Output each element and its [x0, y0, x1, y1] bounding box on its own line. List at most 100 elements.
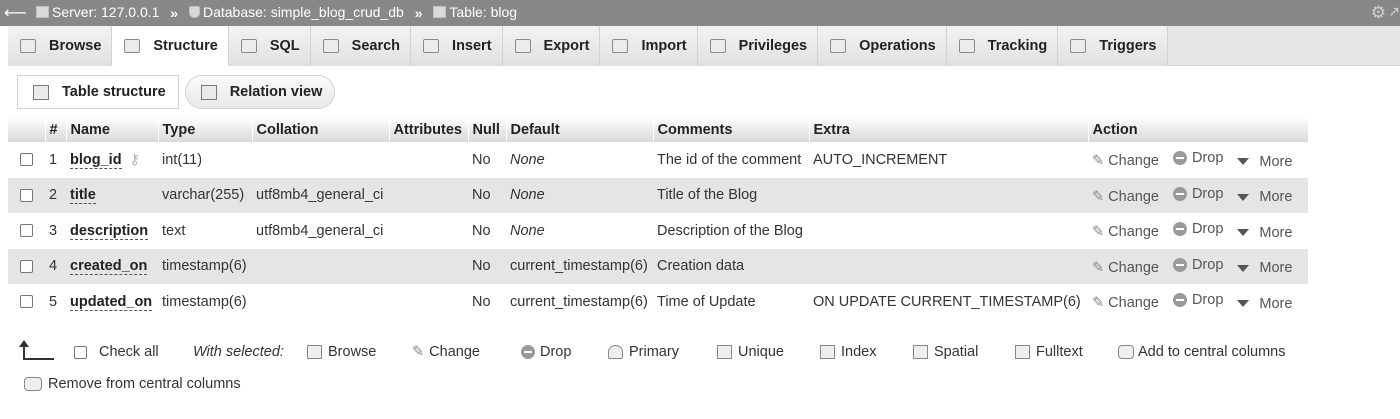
- row-checkbox[interactable]: [20, 188, 33, 202]
- bulk-spatial-button[interactable]: Spatial: [913, 344, 978, 360]
- search-icon: [322, 39, 339, 53]
- more-button[interactable]: More: [1237, 189, 1292, 205]
- structure-subnav: Table structure Relation view: [17, 75, 341, 109]
- tab-triggers[interactable]: Triggers: [1058, 26, 1168, 66]
- column-actions: ✎ Change Drop More: [1088, 142, 1308, 178]
- drop-button[interactable]: Drop: [1172, 150, 1223, 166]
- column-type: varchar(255): [158, 177, 252, 213]
- check-all[interactable]: Check all: [74, 344, 159, 360]
- header-comments[interactable]: Comments: [653, 117, 810, 142]
- bulk-index-button[interactable]: Index: [820, 344, 876, 360]
- change-button[interactable]: ✎ Change: [1092, 295, 1159, 311]
- tab-search[interactable]: Search: [310, 26, 412, 66]
- bulk-unique-button[interactable]: Unique: [717, 344, 784, 360]
- tab-operations[interactable]: Operations: [818, 26, 947, 66]
- tab-sql[interactable]: SQL: [228, 26, 311, 66]
- tab-insert[interactable]: Insert: [411, 26, 503, 66]
- triggers-icon: [1070, 39, 1087, 53]
- header-name[interactable]: Name: [66, 117, 159, 142]
- table-header-row: # Name Type Collation Attributes Null De…: [8, 117, 1309, 142]
- tab-structure[interactable]: Structure: [112, 26, 229, 66]
- bulk-add-central-button[interactable]: Add to central columns: [1118, 344, 1286, 360]
- column-extra: AUTO_INCREMENT: [809, 142, 1088, 178]
- database-icon: [188, 6, 200, 18]
- column-name[interactable]: created_on: [70, 258, 148, 276]
- structure-icon: [33, 84, 49, 100]
- bulk-primary-button[interactable]: Primary: [608, 344, 679, 360]
- tab-browse[interactable]: Browse: [8, 26, 113, 66]
- row-checkbox[interactable]: [20, 224, 33, 238]
- gear-icon[interactable]: ⚙: [1371, 3, 1386, 23]
- more-button[interactable]: More: [1237, 154, 1292, 170]
- unique-icon: [717, 345, 732, 359]
- change-button[interactable]: ✎ Change: [1092, 224, 1159, 240]
- row-number: 3: [45, 213, 66, 249]
- header-collation[interactable]: Collation: [252, 117, 390, 142]
- table-structure-button[interactable]: Table structure: [17, 75, 179, 109]
- column-extra: [809, 213, 1088, 249]
- more-button[interactable]: More: [1237, 260, 1292, 276]
- row-checkbox[interactable]: [20, 259, 33, 273]
- more-button[interactable]: More: [1237, 296, 1292, 312]
- bulk-remove-central-button[interactable]: Remove from central columns: [24, 376, 241, 392]
- chevron-down-icon: [1237, 229, 1250, 236]
- arrow-left-icon[interactable]: ⟵: [4, 3, 27, 23]
- tab-import[interactable]: Import: [600, 26, 698, 66]
- bulk-drop-button[interactable]: Drop: [521, 344, 571, 360]
- bulk-fulltext-button[interactable]: Fulltext: [1015, 344, 1083, 360]
- header-null[interactable]: Null: [468, 117, 507, 142]
- column-name[interactable]: updated_on: [70, 293, 153, 311]
- column-name[interactable]: description: [70, 222, 149, 240]
- drop-button[interactable]: Drop: [1172, 186, 1223, 202]
- row-checkbox-cell: [8, 248, 45, 284]
- pencil-icon: ✎: [1092, 224, 1105, 240]
- header-default[interactable]: Default: [506, 117, 654, 142]
- breadcrumb-table[interactable]: Table: blog: [433, 4, 517, 20]
- with-selected-label: With selected:: [193, 344, 284, 360]
- row-checkbox[interactable]: [20, 153, 33, 167]
- tab-privileges[interactable]: Privileges: [697, 26, 819, 66]
- drop-button[interactable]: Drop: [1172, 221, 1223, 237]
- column-name[interactable]: title: [70, 187, 96, 205]
- column-comments: The id of the comment: [653, 142, 809, 178]
- relation-view-button[interactable]: Relation view: [184, 75, 336, 109]
- column-name[interactable]: blog_id: [70, 152, 122, 170]
- drop-button[interactable]: Drop: [1172, 292, 1223, 308]
- column-comments: Time of Update: [653, 284, 809, 320]
- column-name-cell: created_on: [66, 248, 158, 284]
- breadcrumb-server[interactable]: Server: 127.0.0.1: [36, 4, 159, 20]
- sql-icon: [240, 39, 257, 53]
- bulk-change-button[interactable]: ✎ Change: [412, 344, 480, 360]
- column-attributes: [389, 248, 468, 284]
- collapse-icon[interactable]: ↗: [1388, 3, 1400, 20]
- browse-icon: [307, 345, 322, 359]
- change-button[interactable]: ✎ Change: [1092, 153, 1159, 169]
- change-button[interactable]: ✎ Change: [1092, 189, 1159, 205]
- column-actions: ✎ Change Drop More: [1088, 248, 1308, 284]
- column-collation: utf8mb4_general_ci: [252, 213, 389, 249]
- header-attributes[interactable]: Attributes: [389, 117, 469, 142]
- import-icon: [612, 39, 629, 53]
- tab-export[interactable]: Export: [502, 26, 601, 66]
- change-button[interactable]: ✎ Change: [1092, 260, 1159, 276]
- more-button[interactable]: More: [1237, 225, 1292, 241]
- column-null: No: [468, 142, 506, 178]
- insert-icon: [423, 39, 440, 53]
- row-checkbox[interactable]: [20, 295, 33, 309]
- check-all-checkbox[interactable]: [74, 345, 87, 359]
- breadcrumb-database[interactable]: Database: simple_blog_crud_db: [188, 4, 404, 20]
- table-row: 4 created_on timestamp(6) No current_timesta…: [8, 248, 1308, 284]
- header-extra[interactable]: Extra: [809, 117, 1089, 142]
- column-collation: [252, 284, 389, 320]
- tab-label: Import: [641, 38, 687, 54]
- drop-button[interactable]: Drop: [1172, 257, 1223, 273]
- tab-tracking[interactable]: Tracking: [946, 26, 1059, 66]
- header-type[interactable]: Type: [158, 117, 253, 142]
- row-checkbox-cell: [8, 177, 45, 213]
- column-name-cell: updated_on: [66, 284, 158, 320]
- column-type: int(11): [158, 142, 252, 178]
- breadcrumb-separator: »: [414, 5, 423, 21]
- bulk-browse-button[interactable]: Browse: [307, 344, 376, 360]
- bulk-actions: Check all With selected: Browse ✎ Change…: [0, 338, 1400, 368]
- column-attributes: [389, 213, 468, 249]
